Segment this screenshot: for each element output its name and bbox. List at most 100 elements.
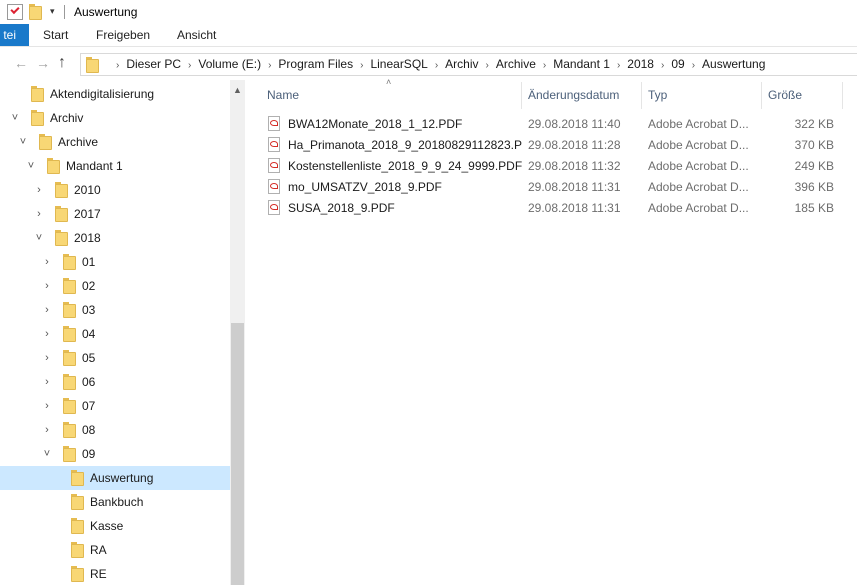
column-divider[interactable] [641,82,642,109]
tree-item-02[interactable]: › 02 [0,274,230,298]
chevron-right-icon[interactable]: › [41,255,53,269]
crumb-archiv[interactable]: Archiv [445,57,478,71]
tree-item-bankbuch[interactable]: Bankbuch [0,490,230,514]
tree-item-04[interactable]: › 04 [0,322,230,346]
tree-item-ra[interactable]: RA [0,538,230,562]
tree-item-2018[interactable]: ˅ 2018 [0,226,230,250]
crumb-auswertung[interactable]: Auswertung [702,57,765,71]
tree-item-label: 2018 [74,231,101,245]
breadcrumb-separator[interactable]: › [116,60,119,71]
tree-item-07[interactable]: › 07 [0,394,230,418]
breadcrumb-separator[interactable]: › [486,60,489,71]
crumb-mandant-1[interactable]: Mandant 1 [553,57,610,71]
tree-item-label: 01 [82,255,96,269]
tree-item-06[interactable]: › 06 [0,370,230,394]
breadcrumb-separator[interactable]: › [268,60,271,71]
tree-item-kasse[interactable]: Kasse [0,514,230,538]
scroll-up-icon[interactable]: ▲ [233,85,242,95]
crumb-2018[interactable]: 2018 [627,57,654,71]
tab-view[interactable]: Ansicht [177,24,216,46]
crumb-archive[interactable]: Archive [496,57,536,71]
chevron-down-icon[interactable]: ˅ [25,159,37,173]
tree-item-09[interactable]: ˅ 09 [0,442,230,466]
column-header-type[interactable]: Typ [648,88,667,102]
window-title: Auswertung [74,5,138,19]
file-name: SUSA_2018_9.PDF [288,201,395,215]
new-folder-icon[interactable] [29,4,43,20]
properties-icon[interactable] [7,4,23,20]
chevron-right-icon[interactable]: › [41,279,53,293]
file-size: 322 KB [794,117,834,131]
chevron-down-icon[interactable]: ˅ [33,231,45,245]
title-separator [64,5,65,19]
chevron-right-icon[interactable]: › [33,207,45,221]
file-name: Ha_Primanota_2018_9_20180829112823.P [288,138,522,152]
chevron-down-icon[interactable]: ˅ [9,111,21,125]
forward-arrow-icon[interactable]: → [36,55,50,71]
tree-item-label: 04 [82,327,96,341]
tree-item-aktendigitalisierung[interactable]: Aktendigitalisierung [0,82,230,106]
tree-item-2017[interactable]: › 2017 [0,202,230,226]
tree-item-archiv[interactable]: ˅ Archiv [0,106,230,130]
chevron-down-icon[interactable]: ˅ [17,135,29,149]
breadcrumb-separator[interactable]: › [543,60,546,71]
column-divider[interactable] [842,82,843,109]
chevron-down-icon[interactable]: ˅ [41,447,53,461]
tree-item-01[interactable]: › 01 [0,250,230,274]
folder-icon [31,86,45,102]
tree-item-label: Aktendigitalisierung [50,87,155,101]
breadcrumb-separator[interactable]: › [360,60,363,71]
file-row[interactable]: BWA12Monate_2018_1_12.PDF 29.08.2018 11:… [261,113,841,134]
quick-access-dropdown-icon[interactable]: ▾ [50,6,55,17]
file-row[interactable]: Ha_Primanota_2018_9_20180829112823.P 29.… [261,134,841,155]
nav-pane-scrollbar[interactable]: ▲ [230,80,245,585]
address-bar[interactable]: › Dieser PC › Volume (E:) › Program Files › Lin… [80,53,857,76]
chevron-right-icon[interactable]: › [41,399,53,413]
tab-share[interactable]: Freigeben [96,24,150,46]
scrollbar-thumb[interactable] [231,323,244,585]
column-header-size[interactable]: Größe [768,88,802,102]
column-header-date[interactable]: Änderungsdatum [528,88,619,102]
breadcrumb-separator[interactable]: › [617,60,620,71]
column-divider[interactable] [761,82,762,109]
tree-item-label: 05 [82,351,96,365]
tree-item-mandant-1[interactable]: ˅ Mandant 1 [0,154,230,178]
file-date: 29.08.2018 11:31 [528,201,621,215]
file-date: 29.08.2018 11:40 [528,117,621,131]
file-row[interactable]: SUSA_2018_9.PDF 29.08.2018 11:31 Adobe A… [261,197,841,218]
tab-file[interactable]: tei [0,24,29,46]
back-arrow-icon[interactable]: ← [14,55,28,71]
tab-start[interactable]: Start [43,24,68,46]
crumb-09[interactable]: 09 [671,57,684,71]
tree-item-archive[interactable]: ˅ Archive [0,130,230,154]
chevron-right-icon[interactable]: › [41,375,53,389]
up-arrow-icon[interactable]: ↑ [58,55,66,71]
crumb-linearsql[interactable]: LinearSQL [370,57,427,71]
folder-icon [71,470,85,486]
file-row[interactable]: Kostenstellenliste_2018_9_9_24_9999.PDF … [261,155,841,176]
tree-item-re[interactable]: RE [0,562,230,585]
tree-item-03[interactable]: › 03 [0,298,230,322]
crumb-dieser-pc[interactable]: Dieser PC [126,57,181,71]
tree-item-05[interactable]: › 05 [0,346,230,370]
column-divider[interactable] [521,82,522,109]
file-date: 29.08.2018 11:31 [528,180,621,194]
pdf-file-icon [268,179,280,194]
column-header-name[interactable]: Name [267,88,299,102]
chevron-right-icon[interactable]: › [41,423,53,437]
tree-item-2010[interactable]: › 2010 [0,178,230,202]
chevron-right-icon[interactable]: › [41,327,53,341]
breadcrumb-separator[interactable]: › [692,60,695,71]
chevron-right-icon[interactable]: › [41,303,53,317]
crumb-program-files[interactable]: Program Files [278,57,353,71]
crumb-volume-e[interactable]: Volume (E:) [198,57,261,71]
chevron-right-icon[interactable]: › [41,351,53,365]
chevron-right-icon[interactable]: › [33,183,45,197]
breadcrumb-separator[interactable]: › [435,60,438,71]
tree-item-auswertung[interactable]: Auswertung [0,466,230,490]
breadcrumb-separator[interactable]: › [661,60,664,71]
file-row[interactable]: mo_UMSATZV_2018_9.PDF 29.08.2018 11:31 A… [261,176,841,197]
folder-icon [63,278,77,294]
breadcrumb-separator[interactable]: › [188,60,191,71]
tree-item-08[interactable]: › 08 [0,418,230,442]
